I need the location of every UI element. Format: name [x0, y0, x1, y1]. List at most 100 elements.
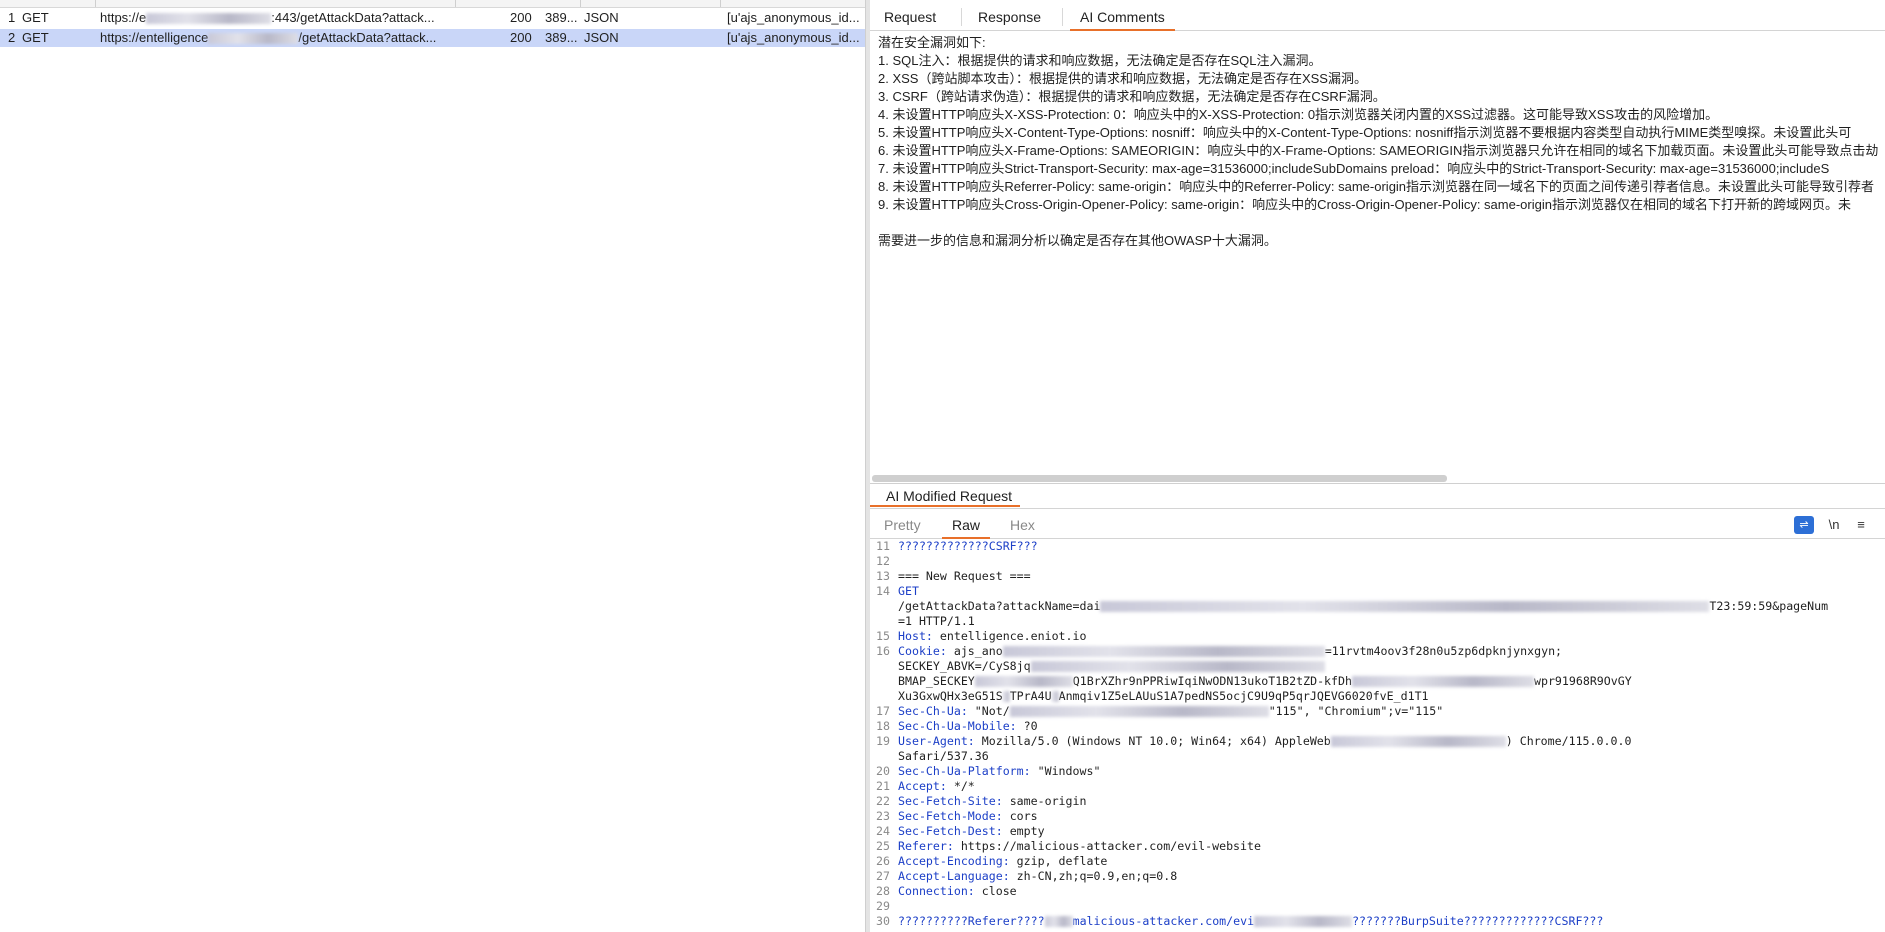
- ai-comments-text[interactable]: 潜在安全漏洞如下: 1. SQL注入：根据提供的请求和响应数据，无法确定是否存在S…: [878, 34, 1883, 474]
- line-text: Xu3GxwQHx3eG51S: [898, 689, 1003, 703]
- comment-line: 7. 未设置HTTP响应头Strict-Transport-Security: …: [878, 161, 1830, 176]
- redacted-text: [1254, 916, 1353, 927]
- line-number: 12: [876, 554, 890, 568]
- editor-line: 27 Accept-Language: zh-CN,zh;q=0.9,en;q=0…: [870, 869, 1885, 884]
- line-text: */*: [953, 779, 975, 793]
- line-text: close: [981, 884, 1017, 898]
- url-prefix: https://entelligence: [100, 30, 209, 45]
- redacted-text: [1044, 916, 1073, 927]
- editor-line: SECKEY_ABVK=/CyS8jq: [870, 659, 1885, 674]
- line-number: 29: [876, 899, 890, 913]
- editor-line: 25 Referer: https://malicious-attacker.co…: [870, 839, 1885, 854]
- header-name: Sec-Ch-Ua-Mobile:: [898, 719, 1024, 733]
- line-number: 16: [876, 644, 890, 658]
- row-method: GET: [22, 10, 49, 25]
- row-method: GET: [22, 30, 49, 45]
- line-number: 30: [876, 914, 890, 928]
- row-number: 1: [8, 10, 16, 25]
- line-number: 18: [876, 719, 890, 733]
- header-name: Sec-Fetch-Mode:: [898, 809, 1010, 823]
- header-name: Sec-Ch-Ua-Platform:: [898, 764, 1038, 778]
- line-number: 20: [876, 764, 890, 778]
- line-number: 15: [876, 629, 890, 643]
- line-text: ???????BurpSuite?????????????CSRF???: [1352, 914, 1604, 928]
- line-text: Q1BrXZhr9nPPRiwIqiNwODN13ukoT1B2tZD-kfDh: [1072, 674, 1352, 688]
- ai-modified-request-title[interactable]: AI Modified Request: [886, 487, 1012, 505]
- line-text: ajs_ano: [953, 644, 1003, 658]
- comment-line: 5. 未设置HTTP响应头X-Content-Type-Options: nos…: [878, 125, 1852, 140]
- raw-request-editor[interactable]: 11 ?????????????CSRF??? 12 13 === New Reques…: [870, 539, 1885, 932]
- line-text: empty: [1009, 824, 1045, 838]
- editor-line: 11 ?????????????CSRF???: [870, 539, 1885, 554]
- tab-divider: [961, 8, 962, 26]
- tab-request[interactable]: Request: [884, 6, 936, 28]
- header-name: Referer:: [898, 839, 961, 853]
- table-row[interactable]: 2 GET https://entelligence/getAttackData?a…: [0, 29, 865, 47]
- line-number: 21: [876, 779, 890, 793]
- line-text: "Not/: [974, 704, 1010, 718]
- table-header[interactable]: [0, 0, 865, 8]
- line-number: 19: [876, 734, 890, 748]
- row-number: 2: [8, 30, 16, 45]
- redacted-text: [1009, 706, 1269, 717]
- redacted-text: [974, 676, 1073, 687]
- line-text: === New Request ===: [898, 569, 1031, 583]
- line-text: Anmqiv1Z5eLAUuS1A7pedNS5ocjC9U9qP5qrJQEV…: [1058, 689, 1429, 703]
- line-text: gzip, deflate: [1016, 854, 1108, 868]
- url-suffix: :443/getAttackData?attack...: [271, 10, 435, 25]
- line-text: =11rvtm4oov3f28n0u5zp6dpknjynxgyn;: [1324, 644, 1563, 658]
- detail-tabbar: Request Response AI Comments: [870, 0, 1885, 31]
- column-divider[interactable]: [720, 0, 721, 7]
- redacted-host: [146, 13, 272, 25]
- comment-line: 需要进一步的信息和漏洞分析以确定是否存在其他OWASP十大漏洞。: [878, 233, 1277, 248]
- row-length: 389...: [545, 30, 578, 45]
- redacted-text: [1051, 691, 1059, 702]
- line-text: T23:59:59&pageNum: [1709, 599, 1829, 613]
- comment-line: 6. 未设置HTTP响应头X-Frame-Options: SAMEORIGIN…: [878, 143, 1879, 158]
- editor-line: 26 Accept-Encoding: gzip, deflate: [870, 854, 1885, 869]
- line-text: entelligence.eniot.io: [939, 629, 1087, 643]
- editor-line: 20 Sec-Ch-Ua-Platform: "Windows": [870, 764, 1885, 779]
- header-name: Sec-Fetch-Site:: [898, 794, 1010, 808]
- table-row[interactable]: 1 GET https://e:443/getAttackData?attack..…: [0, 9, 865, 27]
- editor-line: 12: [870, 554, 1885, 569]
- comment-line: [878, 214, 1883, 232]
- comment-line: 4. 未设置HTTP响应头X-XSS-Protection: 0：响应头中的X-…: [878, 107, 1719, 122]
- detail-pane: Request Response AI Comments 潜在安全漏洞如下: 1.…: [870, 0, 1885, 932]
- column-divider[interactable]: [455, 0, 456, 7]
- editor-line: 19 User-Agent: Mozilla/5.0 (Windows NT 10…: [870, 734, 1885, 749]
- editor-line: Safari/537.36: [870, 749, 1885, 764]
- horizontal-scrollbar[interactable]: [872, 475, 1447, 482]
- row-url: https://e:443/getAttackData?attack...: [100, 9, 450, 27]
- row-cookies: [u'ajs_anonymous_id...: [727, 30, 860, 45]
- proxy-history-table: 1 GET https://e:443/getAttackData?attack..…: [0, 0, 865, 932]
- editor-line: 13 === New Request ===: [870, 569, 1885, 584]
- editor-line: 29: [870, 899, 1885, 914]
- redacted-text: [1351, 676, 1534, 687]
- redacted-text: [1002, 691, 1010, 702]
- newline-toggle[interactable]: \n: [1824, 516, 1844, 534]
- line-number: 24: [876, 824, 890, 838]
- column-divider[interactable]: [580, 0, 581, 7]
- line-text: BMAP_SECKEY: [898, 674, 975, 688]
- comment-line: 9. 未设置HTTP响应头Cross-Origin-Opener-Policy:…: [878, 197, 1851, 212]
- editor-line: 22 Sec-Fetch-Site: same-origin: [870, 794, 1885, 809]
- line-number: 27: [876, 869, 890, 883]
- tab-raw[interactable]: Raw: [941, 516, 991, 539]
- row-mime: JSON: [584, 10, 619, 25]
- tab-hex[interactable]: Hex: [1010, 516, 1035, 534]
- line-number: 13: [876, 569, 890, 583]
- tab-pretty[interactable]: Pretty: [884, 516, 921, 534]
- active-tab-indicator: [870, 505, 1020, 507]
- header-name: Cookie:: [898, 644, 954, 658]
- line-text: malicious-attacker.com/evi: [1072, 914, 1255, 928]
- line-number: 26: [876, 854, 890, 868]
- tab-response[interactable]: Response: [978, 6, 1041, 28]
- line-text: =1 HTTP/1.1: [898, 614, 975, 628]
- column-divider[interactable]: [95, 0, 96, 7]
- comment-line: 潜在安全漏洞如下:: [878, 35, 986, 50]
- redacted-text: [1100, 601, 1710, 612]
- wrap-lines-icon[interactable]: ⇌: [1794, 516, 1814, 534]
- tab-ai-comments[interactable]: AI Comments: [1070, 6, 1175, 31]
- menu-icon[interactable]: ≡: [1851, 516, 1871, 534]
